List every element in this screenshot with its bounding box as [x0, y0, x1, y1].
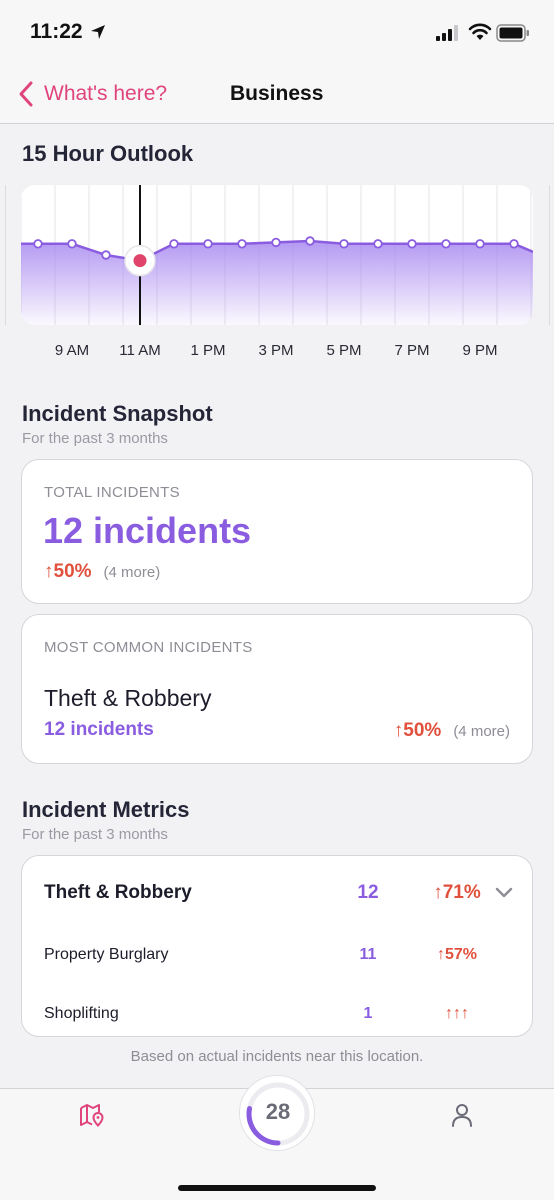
location-arrow-icon	[91, 25, 105, 39]
outlook-chart[interactable]	[21, 185, 533, 325]
total-incidents-delta: ↑50%	[44, 561, 92, 582]
navigation-bar: What's here? Business	[0, 66, 554, 124]
metrics-row-delta: ↑↑↑	[445, 1005, 469, 1022]
outlook-data-point[interactable]	[33, 239, 43, 249]
metrics-row-name: Property Burglary	[44, 946, 169, 963]
battery-icon	[496, 24, 529, 42]
metrics-row-value: 12	[357, 882, 379, 903]
metrics-row-value: 11	[359, 946, 377, 963]
most-common-delta: ↑50%	[393, 720, 442, 741]
metrics-row-name: Shoplifting	[44, 1005, 119, 1022]
outlook-data-point[interactable]	[101, 250, 111, 260]
most-common-incident-count: 12 incidents	[44, 719, 154, 740]
outlook-hour-label: 9 AM	[54, 342, 90, 359]
outlook-chart-svg	[21, 185, 533, 325]
footnote: Based on actual incidents near this loca…	[130, 1048, 424, 1065]
total-incidents-card[interactable]: TOTAL INCIDENTS 12 incidents ↑50% (4 mor…	[21, 459, 533, 604]
cellular-signal-icon	[436, 25, 458, 41]
metrics-row-value: 1	[363, 1005, 373, 1022]
outlook-hour-label: 5 PM	[326, 342, 362, 359]
map-pin-icon[interactable]	[78, 1101, 106, 1129]
outlook-data-point[interactable]	[441, 239, 451, 249]
metrics-row-property-burglary[interactable]: Property Burglary 11 ↑57%	[22, 938, 532, 978]
total-incidents-caption: TOTAL INCIDENTS	[44, 484, 180, 501]
outlook-data-point[interactable]	[271, 237, 281, 248]
outlook-hour-label: 3 PM	[258, 342, 294, 359]
outlook-data-point[interactable]	[407, 239, 417, 249]
most-common-trend: ↑50% (4 more)	[394, 720, 510, 742]
outlook-data-point[interactable]	[237, 239, 247, 249]
most-common-incidents-card[interactable]: MOST COMMON INCIDENTS Theft & Robbery 12…	[21, 614, 533, 764]
incident-metrics-card: Theft & Robbery 12 ↑71% Property Burglar…	[21, 855, 533, 1037]
total-incidents-more: (4 more)	[103, 564, 161, 581]
user-icon[interactable]	[448, 1101, 476, 1129]
back-button-label: What's here?	[44, 82, 168, 105]
outlook-hour-labels: 9 AM 11 AM 1 PM 3 PM 5 PM 7 PM 9 PM	[0, 342, 554, 364]
metrics-row-shoplifting[interactable]: Shoplifting 1 ↑↑↑	[22, 997, 532, 1036]
chevron-left-icon	[19, 81, 33, 107]
total-incidents-count: 12 incidents	[43, 510, 252, 551]
page-title: Business	[230, 82, 324, 105]
home-indicator	[178, 1185, 376, 1191]
outlook-data-point[interactable]	[475, 239, 485, 249]
tab-bar: 28	[0, 1075, 554, 1200]
outlook-title: 15 Hour Outlook	[22, 141, 194, 166]
outlook-data-point[interactable]	[169, 239, 179, 249]
outlook-data-point[interactable]	[339, 239, 349, 249]
outlook-hour-label: 1 PM	[190, 342, 226, 359]
safety-score-value: 28	[265, 1099, 291, 1124]
outlook-data-point[interactable]	[305, 236, 315, 246]
back-button[interactable]: What's here?	[16, 80, 167, 108]
total-incidents-trend: ↑50% (4 more)	[44, 561, 160, 583]
snapshot-title: Incident Snapshot	[22, 401, 213, 426]
metrics-row-name: Theft & Robbery	[44, 882, 192, 903]
metrics-row-delta: ↑57%	[436, 946, 478, 963]
chevron-down-icon[interactable]	[494, 886, 514, 900]
outlook-hour-label: 7 PM	[394, 342, 430, 359]
status-bar: 11:22	[0, 0, 554, 66]
outlook-hour-label: 11 AM	[119, 342, 161, 359]
outlook-hour-label: 9 PM	[462, 342, 498, 359]
chart-scroll-edge-left	[5, 185, 6, 325]
metrics-row-delta: ↑71%	[433, 882, 481, 903]
outlook-data-point[interactable]	[373, 239, 383, 249]
outlook-data-point[interactable]	[509, 239, 519, 249]
outlook-selected-point[interactable]	[133, 254, 147, 268]
outlook-data-point[interactable]	[67, 239, 77, 249]
most-common-incident-name: Theft & Robbery	[44, 685, 212, 711]
metrics-row-theft-robbery[interactable]: Theft & Robbery 12 ↑71%	[22, 874, 532, 914]
wifi-icon	[468, 23, 492, 40]
outlook-data-point[interactable]	[203, 239, 213, 249]
metrics-title: Incident Metrics	[22, 797, 190, 822]
most-common-more: (4 more)	[453, 723, 510, 740]
most-common-caption: MOST COMMON INCIDENTS	[44, 639, 253, 656]
chart-scroll-edge-right	[549, 185, 550, 325]
safety-score-button[interactable]: 28	[239, 1075, 315, 1151]
status-time: 11:22	[30, 20, 83, 43]
metrics-subtitle: For the past 3 months	[22, 826, 168, 843]
snapshot-subtitle: For the past 3 months	[22, 430, 168, 447]
